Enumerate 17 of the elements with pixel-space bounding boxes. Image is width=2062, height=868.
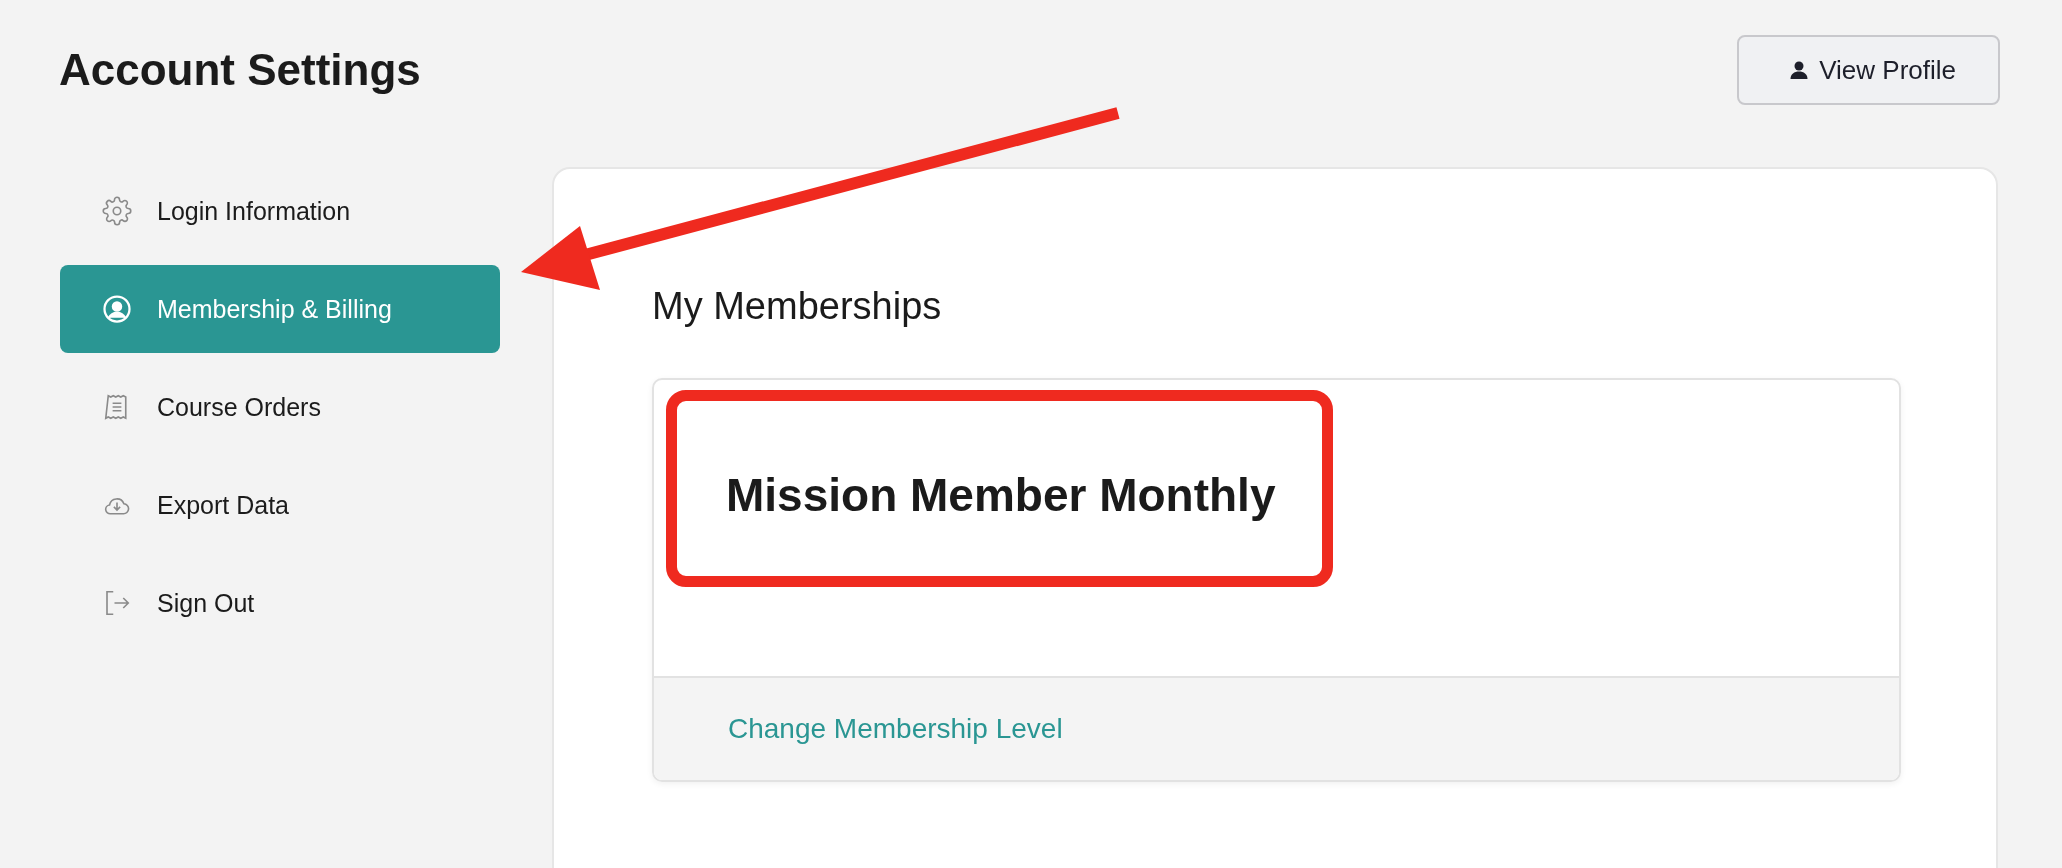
sidebar-item[interactable]: Course Orders <box>60 363 500 451</box>
gear-icon <box>102 196 132 226</box>
view-profile-button[interactable]: View Profile <box>1737 35 2000 105</box>
sidebar-item[interactable]: Sign Out <box>60 559 500 647</box>
sidebar-item[interactable]: Export Data <box>60 461 500 549</box>
user-circle-icon <box>102 294 132 324</box>
sidebar-item-label: Login Information <box>157 196 351 226</box>
sidebar-item[interactable]: Membership & Billing <box>60 265 500 353</box>
page-title: Account Settings <box>59 45 421 95</box>
sidebar-item-label: Course Orders <box>157 392 321 422</box>
sidebar-item[interactable]: Login Information <box>60 167 500 255</box>
sidebar-item-label: Sign Out <box>157 588 255 618</box>
section-heading: My Memberships <box>652 285 943 328</box>
person-icon <box>1789 60 1810 80</box>
sidebar-item-label: Membership & Billing <box>157 294 392 324</box>
sidebar-item-label: Export Data <box>157 490 289 520</box>
membership-name: Mission Member Monthly <box>726 468 1277 522</box>
